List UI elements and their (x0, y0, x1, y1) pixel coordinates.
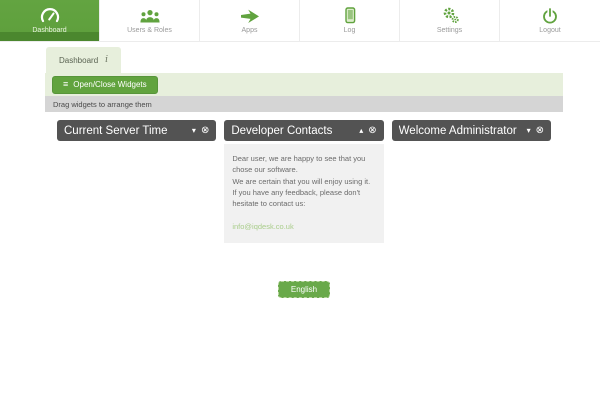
nav-item-label: Logout (539, 27, 560, 34)
language-section: English (45, 279, 563, 298)
close-icon[interactable]: ⊗ (368, 126, 376, 136)
top-nav-bar: Dashboard Users & Roles Apps (0, 0, 600, 42)
info-icon: i (105, 55, 108, 65)
body-line: We are certain that you will enjoy using… (232, 176, 375, 187)
chevron-down-icon[interactable]: ▾ (192, 127, 196, 135)
close-icon[interactable]: ⊗ (201, 126, 209, 136)
body-line: Dear user, we are happy to see that you … (232, 153, 375, 176)
nav-item-dashboard[interactable]: Dashboard (0, 0, 100, 41)
widget-body: Dear user, we are happy to see that you … (224, 144, 383, 243)
widget-welcome-administrator: Welcome Administrator ▾ ⊗ (392, 120, 551, 243)
content-area: Dashboard i ≡ Open/Close Widgets Drag wi… (45, 47, 563, 298)
nav-item-users-roles[interactable]: Users & Roles (100, 0, 200, 41)
settings-gears-icon (440, 7, 460, 24)
widget-developer-contacts: Developer Contacts ▴ ⊗ Dear user, we are… (224, 120, 383, 243)
logout-power-icon (541, 7, 559, 24)
widget-header[interactable]: Current Server Time ▾ ⊗ (57, 120, 216, 141)
chevron-up-icon[interactable]: ▴ (359, 127, 363, 135)
nav-item-label: Dashboard (32, 27, 66, 34)
drag-hint-text: Drag widgets to arrange them (53, 100, 152, 109)
tab-label: Dashboard (59, 56, 98, 65)
nav-item-settings[interactable]: Settings (400, 0, 500, 41)
users-icon (139, 7, 161, 24)
body-line: If you have any feedback, please don't h… (232, 187, 375, 210)
open-close-widgets-button[interactable]: ≡ Open/Close Widgets (52, 76, 158, 94)
log-device-icon (340, 7, 360, 24)
nav-item-log[interactable]: Log (300, 0, 400, 41)
widgets-row: Current Server Time ▾ ⊗ Developer Contac… (45, 120, 563, 243)
widget-header[interactable]: Developer Contacts ▴ ⊗ (224, 120, 383, 141)
nav-item-label: Apps (242, 27, 258, 34)
nav-item-logout[interactable]: Logout (500, 0, 600, 41)
apps-arrow-icon (240, 7, 260, 24)
widget-title: Current Server Time (64, 125, 192, 137)
nav-item-label: Settings (437, 27, 462, 34)
dashboard-gauge-icon (40, 7, 60, 24)
close-icon[interactable]: ⊗ (536, 126, 544, 136)
language-button[interactable]: English (278, 281, 330, 298)
nav-item-label: Users & Roles (127, 27, 172, 34)
menu-icon: ≡ (63, 80, 68, 89)
widget-title: Developer Contacts (231, 125, 359, 137)
widgets-toolbar-panel: ≡ Open/Close Widgets (45, 73, 563, 96)
drag-hint-bar: Drag widgets to arrange them (45, 96, 563, 112)
widget-header[interactable]: Welcome Administrator ▾ ⊗ (392, 120, 551, 141)
widget-current-server-time: Current Server Time ▾ ⊗ (57, 120, 216, 243)
widget-title: Welcome Administrator (399, 125, 527, 137)
email-link[interactable]: info@iqdesk.co.uk (232, 221, 293, 232)
open-close-widgets-label: Open/Close Widgets (73, 80, 146, 89)
nav-item-label: Log (344, 27, 356, 34)
tab-dashboard[interactable]: Dashboard i (46, 47, 121, 73)
nav-item-apps[interactable]: Apps (200, 0, 300, 41)
chevron-down-icon[interactable]: ▾ (527, 127, 531, 135)
